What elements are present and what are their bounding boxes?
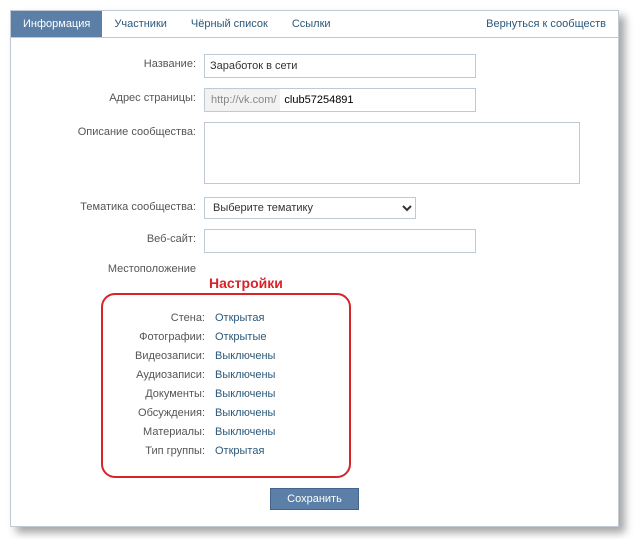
tab-info[interactable]: Информация [11, 11, 102, 37]
topic-label: Тематика сообщества: [31, 197, 204, 213]
setting-discussions-value[interactable]: Выключены [215, 407, 275, 419]
address-field: http://vk.com/ [204, 88, 476, 112]
setting-group-type-label: Тип группы: [117, 445, 215, 457]
tab-members[interactable]: Участники [102, 11, 179, 37]
website-input[interactable] [204, 229, 476, 253]
tab-links[interactable]: Ссылки [280, 11, 343, 37]
setting-audio-label: Аудиозаписи: [117, 369, 215, 381]
address-label: Адрес страницы: [31, 88, 204, 104]
setting-materials-label: Материалы: [117, 426, 215, 438]
settings-panel: Информация Участники Чёрный список Ссылк… [10, 10, 619, 527]
setting-wall-value[interactable]: Открытая [215, 312, 264, 324]
tab-back-to-community[interactable]: Вернуться к сообществ [474, 11, 618, 37]
tab-bar: Информация Участники Чёрный список Ссылк… [11, 11, 618, 38]
name-input[interactable] [204, 54, 476, 78]
setting-docs-label: Документы: [117, 388, 215, 400]
save-button[interactable]: Сохранить [270, 488, 359, 510]
setting-wall-label: Стена: [117, 312, 215, 324]
description-input[interactable] [204, 122, 580, 184]
setting-materials-value[interactable]: Выключены [215, 426, 275, 438]
address-input[interactable] [280, 91, 475, 109]
website-label: Веб-сайт: [31, 229, 204, 245]
setting-videos-label: Видеозаписи: [117, 350, 215, 362]
setting-videos-value[interactable]: Выключены [215, 350, 275, 362]
name-label: Название: [31, 54, 204, 70]
description-label: Описание сообщества: [31, 122, 204, 138]
form-body: Название: Адрес страницы: http://vk.com/… [11, 38, 618, 526]
location-label: Местоположение [31, 263, 204, 275]
settings-title-annotation: Настройки [207, 275, 285, 291]
setting-photos-value[interactable]: Открытые [215, 331, 267, 343]
setting-docs-value[interactable]: Выключены [215, 388, 275, 400]
setting-photos-label: Фотографии: [117, 331, 215, 343]
settings-highlight-box: Настройки Стена: Открытая Фотографии: От… [101, 293, 351, 478]
topic-select[interactable]: Выберите тематику [204, 197, 416, 219]
tab-blacklist[interactable]: Чёрный список [179, 11, 280, 37]
address-prefix: http://vk.com/ [205, 89, 280, 111]
setting-discussions-label: Обсуждения: [117, 407, 215, 419]
setting-group-type-value[interactable]: Открытая [215, 445, 264, 457]
setting-audio-value[interactable]: Выключены [215, 369, 275, 381]
